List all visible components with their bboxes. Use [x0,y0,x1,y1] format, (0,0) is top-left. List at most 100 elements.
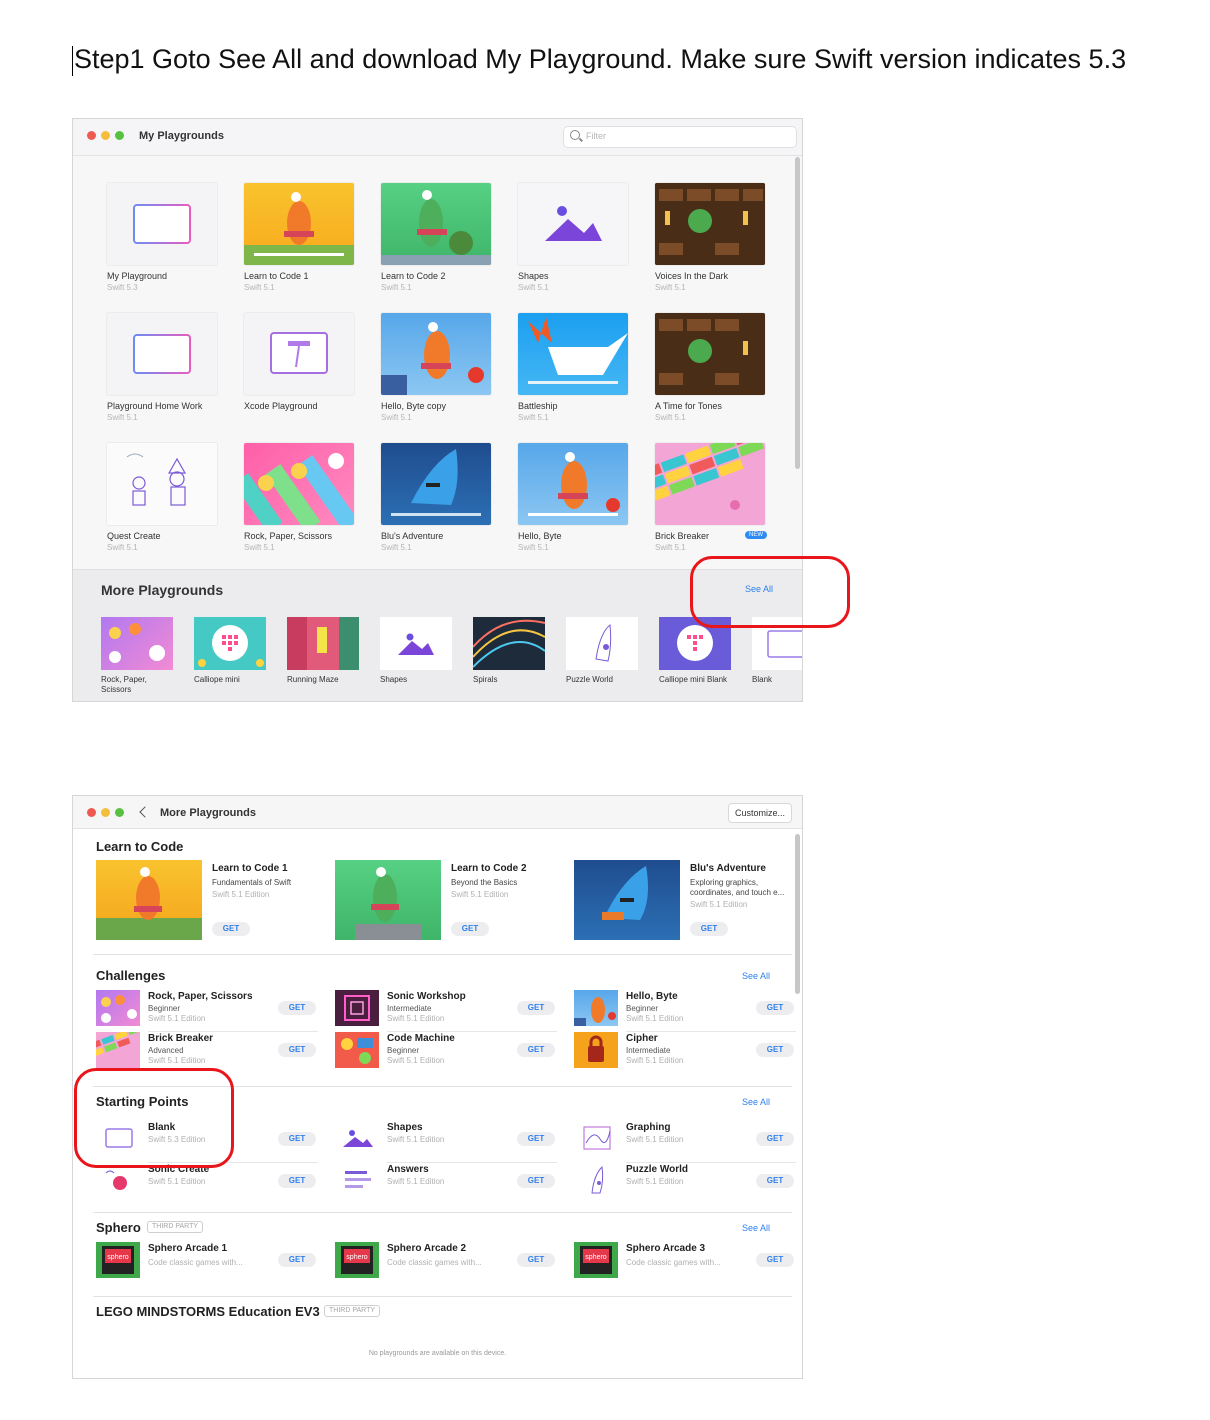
get-button[interactable]: GET [278,1043,316,1057]
get-button[interactable]: GET [756,1174,794,1188]
sphero-row[interactable]: sphero Sphero Arcade 1 Code classic game… [96,1242,318,1280]
zoom-button[interactable] [115,808,124,817]
more-item-name: Blank [752,675,773,684]
sphero-arcade-icon: sphero [574,1242,618,1278]
more-item[interactable]: Shapes [380,617,452,685]
playground-tile[interactable]: Hello, Byte Swift 5.1 [518,443,630,552]
row-edition: Swift 5.1 Edition [148,1014,206,1023]
more-item-name: Calliope mini [194,675,240,684]
thumbnail [655,443,765,525]
get-button[interactable]: GET [517,1043,555,1057]
sonic-create-icon [96,1163,140,1199]
get-button[interactable]: GET [756,1001,794,1015]
more-item[interactable]: Rock, Paper, Scissors [101,617,173,695]
row-level: Beginner [626,1004,659,1013]
playground-tile[interactable]: Playground Home Work Swift 5.1 [107,313,219,422]
tile-name: Learn to Code 1 [244,271,309,281]
challenge-row[interactable]: Code Machine Beginner Swift 5.1 Edition … [335,1032,557,1070]
get-button[interactable]: GET [517,1001,555,1015]
more-item[interactable]: Puzzle World [566,617,638,685]
more-item[interactable]: Spirals [473,617,545,685]
featured-title: Learn to Code 1 [212,863,288,874]
get-button[interactable]: GET [278,1174,316,1188]
minimize-button[interactable] [101,808,110,817]
sphero-row[interactable]: sphero Sphero Arcade 2 Code classic game… [335,1242,557,1280]
rps-image [101,617,173,670]
close-button[interactable] [87,808,96,817]
customize-button[interactable]: Customize... [728,803,792,823]
row-edition: Swift 5.1 Edition [626,1014,684,1023]
see-all-link[interactable]: See All [742,971,770,981]
playground-tile[interactable]: Hello, Byte copy Swift 5.1 [381,313,493,422]
starting-point-row[interactable]: Puzzle World Swift 5.1 Edition GET [574,1163,796,1201]
row-title: Sphero Arcade 2 [387,1243,467,1254]
close-button[interactable] [87,131,96,140]
bricks-image [96,1032,140,1068]
challenge-row[interactable]: Cipher Intermediate Swift 5.1 Edition GE… [574,1032,796,1070]
playground-tile[interactable]: Learn to Code 1 Swift 5.1 [244,183,356,292]
get-button[interactable]: GET [690,922,728,936]
challenge-row[interactable]: Brick Breaker Advanced Swift 5.1 Edition… [96,1032,318,1070]
challenge-row[interactable]: Hello, Byte Beginner Swift 5.1 Edition G… [574,990,796,1032]
starting-point-row[interactable]: Shapes Swift 5.1 Edition GET [335,1121,557,1163]
featured-item[interactable]: Learn to Code 2 Beyond the Basics Swift … [335,860,570,940]
tile-version: Swift 5.1 [518,543,549,552]
blu-image [391,449,481,516]
get-button[interactable]: GET [756,1253,794,1267]
get-button[interactable]: GET [756,1132,794,1146]
row-description: Code classic games with... [626,1258,721,1267]
get-button[interactable]: GET [451,922,489,936]
playground-tile[interactable]: Battleship Swift 5.1 [518,313,630,422]
get-button[interactable]: GET [517,1174,555,1188]
see-all-link[interactable]: See All [742,1097,770,1107]
sphero-row[interactable]: sphero Sphero Arcade 3 Code classic game… [574,1242,796,1280]
get-button[interactable]: GET [278,1253,316,1267]
featured-item[interactable]: Learn to Code 1 Fundamentals of Swift Sw… [96,860,331,940]
shapes-icon [380,617,452,670]
zoom-button[interactable] [115,131,124,140]
get-button[interactable]: GET [278,1001,316,1015]
get-button[interactable]: GET [517,1132,555,1146]
thumbnail [518,183,628,265]
tile-name: Quest Create [107,531,161,541]
playground-tile[interactable]: Rock, Paper, Scissors Swift 5.1 [244,443,356,552]
starting-point-row[interactable]: Sonic Create Swift 5.1 Edition GET [96,1163,318,1201]
starting-point-row[interactable]: Answers Swift 5.1 Edition GET [335,1163,557,1201]
challenge-row[interactable]: Sonic Workshop Intermediate Swift 5.1 Ed… [335,990,557,1032]
get-button[interactable]: GET [517,1253,555,1267]
playground-tile[interactable]: Blu's Adventure Swift 5.1 [381,443,493,552]
playground-tile[interactable]: Voices In the Dark Swift 5.1 [655,183,767,292]
svg-text:sphero: sphero [107,1254,129,1261]
row-title: Code Machine [387,1033,455,1044]
playground-tile[interactable]: Learn to Code 2 Swift 5.1 [381,183,493,292]
playground-tile[interactable]: Quest Create Swift 5.1 [107,443,219,552]
playground-tile[interactable]: A Time for Tones Swift 5.1 [655,313,767,422]
hammer-icon [270,332,328,374]
get-button[interactable]: GET [278,1132,316,1146]
sphero-arcade-icon: sphero [335,1242,379,1278]
see-all-link[interactable]: See All [742,1223,770,1233]
playground-tile[interactable]: Shapes Swift 5.1 [518,183,630,292]
row-title: Brick Breaker [148,1033,214,1044]
filter-search-field[interactable]: Filter [563,126,797,148]
get-button[interactable]: GET [756,1043,794,1057]
blank-highlight [74,1068,234,1168]
thumbnail [655,183,765,265]
minimize-button[interactable] [101,131,110,140]
playground-tile[interactable]: Xcode Playground [244,313,356,413]
more-item[interactable]: Running Maze [287,617,359,685]
sonic-workshop-image [335,990,379,1026]
filter-placeholder: Filter [586,131,606,141]
featured-title: Blu's Adventure [690,863,766,874]
back-chevron-icon[interactable] [139,806,151,818]
featured-item[interactable]: Blu's Adventure Exploring graphics, coor… [574,860,802,940]
starting-point-row[interactable]: Graphing Swift 5.1 Edition GET [574,1121,796,1163]
playground-tile[interactable]: Brick Breaker NEW Swift 5.1 [655,443,767,552]
scrollbar[interactable] [795,157,800,469]
challenge-row[interactable]: Rock, Paper, Scissors Beginner Swift 5.1… [96,990,318,1032]
get-button[interactable]: GET [212,922,250,936]
tile-name: My Playground [107,271,168,281]
playground-tile[interactable]: My Playground Swift 5.3 [107,183,219,292]
more-item[interactable]: Calliope mini [194,617,266,685]
rps-image [96,990,140,1026]
